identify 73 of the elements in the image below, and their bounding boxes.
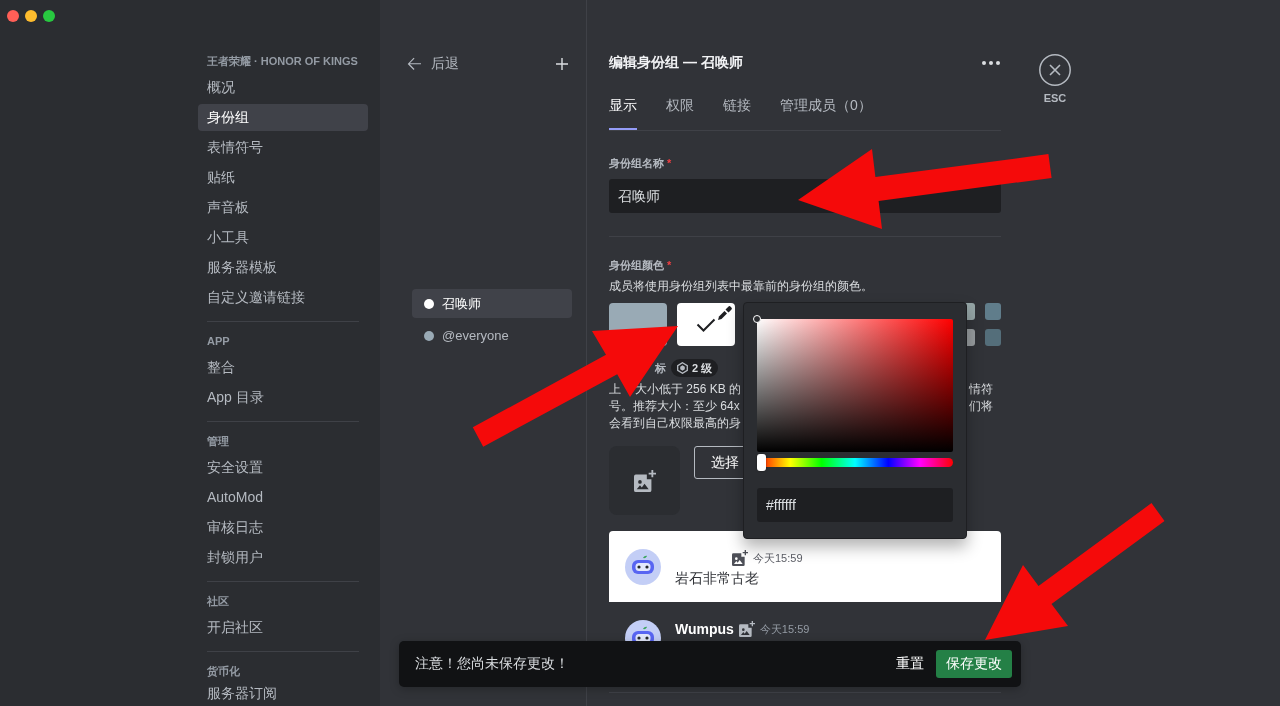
unsaved-notice-text: 注意！您尚未保存更改！ [415, 655, 569, 673]
hexagon-icon [677, 362, 688, 374]
sidebar-item[interactable]: AutoMod [198, 484, 368, 511]
sidebar-item[interactable]: 审核日志 [198, 514, 368, 541]
editor-tab[interactable]: 链接 [723, 91, 751, 130]
back-button[interactable]: 后退 [407, 55, 459, 73]
level-label: 2 级 [692, 360, 713, 376]
message-text: 岩石非常古老 [675, 569, 760, 588]
description-text: 号。推荐大小：至少 64x [609, 398, 740, 415]
sidebar-item[interactable]: 安全设置 [198, 454, 368, 481]
image-upload-tile[interactable] [609, 446, 680, 515]
image-add-icon [732, 550, 748, 566]
field-description: 成员将使用身份组列表中最靠前的身份组的颜色。 [609, 278, 874, 295]
author-name: Wumpus [675, 621, 734, 637]
window-zoom-button[interactable] [43, 10, 55, 22]
editor-tab[interactable]: 显示 [609, 91, 637, 130]
section-header: 管理 [206, 434, 230, 449]
image-add-icon [633, 469, 656, 492]
field-label: 标 [655, 360, 666, 376]
window-minimize-button[interactable] [25, 10, 37, 22]
sidebar-item[interactable]: 封锁用户 [198, 544, 368, 571]
avatar-icon [625, 549, 661, 585]
sidebar-item[interactable]: 身份组 [198, 104, 368, 131]
sidebar-item[interactable]: 整合 [198, 354, 368, 381]
custom-color-swatch[interactable] [677, 303, 735, 346]
required-mark: * [667, 156, 672, 171]
color-swatch-icon[interactable] [985, 303, 1001, 320]
timestamp: 今天15:59 [759, 621, 810, 637]
section-header: 货币化 [206, 664, 241, 679]
hue-slider-thumb[interactable] [757, 454, 766, 471]
role-item[interactable]: 召唤师 [412, 289, 572, 318]
section-header: 社区 [206, 594, 230, 609]
sidebar-item[interactable]: 概况 [198, 74, 368, 101]
editor-tab[interactable]: 权限 [666, 91, 694, 130]
field-label: 身份组名称 [609, 156, 664, 171]
save-changes-button[interactable]: 保存更改 [936, 650, 1012, 678]
add-role-button[interactable] [556, 58, 568, 70]
required-mark: * [667, 258, 672, 273]
sidebar-item[interactable]: 开启社区 [198, 614, 368, 641]
description-text: 大小低于 256 KB 的 [635, 381, 742, 398]
sidebar-item[interactable]: 声音板 [198, 194, 368, 221]
editor-title: 编辑身份组 — 召唤师 [609, 54, 743, 72]
close-button[interactable]: ESC [1039, 54, 1071, 104]
arrow-left-icon [407, 57, 421, 71]
image-add-icon [738, 621, 755, 637]
sidebar-item[interactable]: 服务器订阅 [198, 684, 368, 703]
sidebar-item[interactable]: 服务器模板 [198, 254, 368, 281]
description-text: 们将 [969, 398, 993, 415]
sidebar-item[interactable]: 贴纸 [198, 164, 368, 191]
sidebar-item[interactable]: 小工具 [198, 224, 368, 251]
checkmark-icon [696, 317, 716, 332]
server-name: 王者荣耀 · HONOR OF KINGS [206, 54, 359, 69]
more-icon [982, 61, 1000, 65]
sidebar-item[interactable]: 表情符号 [198, 134, 368, 161]
sidebar-item[interactable]: 自定义邀请链接 [198, 284, 368, 311]
description-text: 上 [609, 381, 621, 398]
role-item[interactable]: @everyone [412, 321, 572, 350]
hex-color-input[interactable]: #ffffff [757, 488, 953, 522]
eyedropper-icon [718, 306, 732, 320]
plus-icon [556, 58, 568, 70]
section-header: APP [206, 334, 231, 349]
close-icon [1039, 54, 1071, 86]
sidebar-item[interactable]: App 目录 [198, 384, 368, 411]
color-picker-handle[interactable] [753, 315, 761, 323]
field-label: 身份组颜色 [609, 258, 664, 273]
description-text: 会看到自己权限最高的身 [609, 415, 741, 432]
color-swatch-icon[interactable] [985, 329, 1001, 346]
description-text: 情符 [969, 381, 993, 398]
timestamp: 今天15:59 [753, 550, 803, 566]
reset-button[interactable]: 重置 [894, 651, 926, 677]
window-close-button[interactable] [7, 10, 19, 22]
more-button[interactable] [982, 61, 1001, 65]
editor-tab[interactable]: 管理成员（0） [780, 91, 872, 130]
